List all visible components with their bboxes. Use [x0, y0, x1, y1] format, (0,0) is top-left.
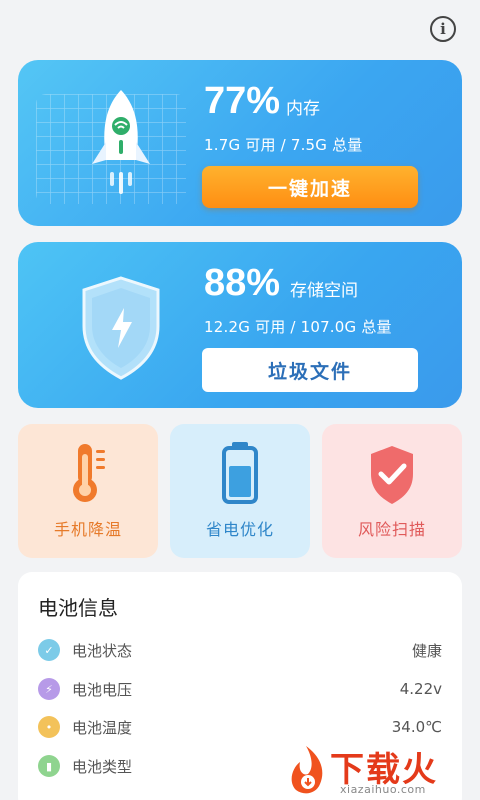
storage-percent: 88%	[204, 262, 281, 304]
memory-label: 内存	[286, 99, 320, 119]
rocket-icon	[92, 90, 150, 194]
thermometer-icon	[73, 444, 105, 502]
tool-power-saving[interactable]: 省电优化	[170, 424, 310, 558]
tool-label: 风险扫描	[357, 520, 426, 539]
speed-up-button[interactable]: 一键加速	[202, 166, 418, 208]
battery-info-title: 电池信息	[38, 596, 118, 620]
tool-phone-cooling[interactable]: 手机降温	[18, 424, 158, 558]
junk-files-button[interactable]: 垃圾文件	[202, 348, 418, 392]
battery-status-row: ✓ 电池状态 健康	[38, 636, 442, 664]
thermometer-icon: •	[38, 716, 60, 738]
battery-status-value: 健康	[411, 641, 442, 660]
tool-label: 省电优化	[205, 520, 274, 539]
tool-label: 手机降温	[53, 520, 122, 539]
memory-card: 77% 内存 1.7G 可用 / 7.5G 总量 一键加速	[18, 60, 462, 226]
clipboard-check-icon: ✓	[38, 639, 60, 661]
shield-icon	[82, 276, 160, 380]
battery-temperature-row: • 电池温度 34.0℃	[38, 713, 442, 741]
battery-icon: ▮	[38, 755, 60, 777]
storage-card: 88% 存储空间 12.2G 可用 / 107.0G 总量 垃圾文件	[18, 242, 462, 408]
battery-temperature-value: 34.0℃	[391, 718, 442, 736]
storage-detail: 12.2G 可用 / 107.0G 总量	[204, 318, 392, 336]
memory-percent: 77%	[204, 80, 281, 122]
watermark-url: xiazaihuo.com	[340, 783, 426, 796]
battery-temperature-label: 电池温度	[72, 718, 133, 737]
memory-detail: 1.7G 可用 / 7.5G 总量	[204, 136, 363, 154]
battery-voltage-label: 电池电压	[72, 680, 133, 699]
battery-status-label: 电池状态	[72, 641, 133, 660]
shield-check-icon	[371, 446, 413, 504]
info-icon[interactable]: i	[430, 16, 456, 42]
battery-voltage-value: 4.22v	[399, 680, 442, 698]
battery-voltage-row: ⚡ 电池电压 4.22v	[38, 675, 442, 703]
tool-risk-scan[interactable]: 风险扫描	[322, 424, 462, 558]
battery-icon	[222, 442, 258, 504]
storage-label: 存储空间	[290, 281, 358, 301]
lightning-icon: ⚡	[38, 678, 60, 700]
